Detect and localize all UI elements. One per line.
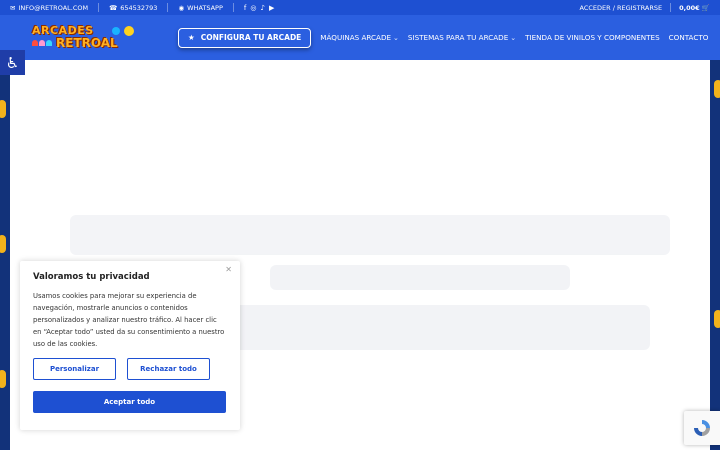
divider <box>670 3 672 12</box>
cookie-title: Valoramos tu privacidad <box>33 272 150 282</box>
envelope-icon: ✉ <box>10 3 16 12</box>
nav-label: TIENDA DE VINILOS Y COMPONENTES <box>525 33 660 42</box>
ghost-icon <box>32 39 38 46</box>
left-decorative-strip <box>0 60 10 450</box>
nav-item-tienda[interactable]: TIENDA DE VINILOS Y COMPONENTES <box>525 33 660 42</box>
cart-link[interactable]: 0,00€ 🛒 <box>679 4 710 12</box>
accessibility-icon: ♿ <box>5 53 20 72</box>
strip-decor <box>0 235 6 253</box>
main-nav: MÁQUINAS ARCADE ⌄ SISTEMAS PARA TU ARCAD… <box>320 33 708 42</box>
cookie-text: Usamos cookies para mejorar su experienc… <box>33 292 225 348</box>
chevron-down-icon: ⌄ <box>393 33 399 42</box>
email-link[interactable]: ✉ INFO@RETROAL.COM <box>10 4 88 12</box>
accessibility-button[interactable]: ♿ <box>0 50 25 75</box>
configure-arcade-button[interactable]: ★ CONFIGURA TU ARCADE <box>178 27 312 48</box>
phone-text: 654532793 <box>120 3 158 12</box>
cta-label: CONFIGURA TU ARCADE <box>200 33 302 42</box>
nav-label: MÁQUINAS ARCADE <box>320 33 392 42</box>
nav-item-contacto[interactable]: CONTACTO <box>669 33 709 42</box>
whatsapp-text: WHATSAPP <box>187 3 223 12</box>
phone-link[interactable]: ☎ 654532793 <box>109 4 157 12</box>
nav-label: CONTACTO <box>668 33 709 42</box>
logo-text-bottom: RETROAL <box>56 35 118 50</box>
nav-item-sistemas[interactable]: SISTEMAS PARA TU ARCADE ⌄ <box>408 33 516 42</box>
logo-ghost-icon <box>112 26 120 35</box>
instagram-icon[interactable]: ◎ <box>250 4 256 12</box>
email-text: INFO@RETROAL.COM <box>18 3 89 12</box>
main-header: ARCADES RETROAL ★ CONFIGURA TU ARCADE MÁ… <box>0 15 720 60</box>
cookie-buttons: Personalizar Rechazar todo <box>33 358 227 380</box>
tiktok-icon[interactable]: ♪ <box>260 4 264 12</box>
nav-item-maquinas[interactable]: MÁQUINAS ARCADE ⌄ <box>320 33 399 42</box>
top-bar: ✉ INFO@RETROAL.COM ☎ 654532793 ◉ WHATSAP… <box>0 0 720 15</box>
divider <box>167 3 169 12</box>
close-icon[interactable]: ✕ <box>225 265 232 274</box>
divider <box>232 3 234 12</box>
cart-total: 0,00€ <box>679 3 700 12</box>
site-logo[interactable]: ARCADES RETROAL <box>30 22 148 54</box>
star-icon: ★ <box>188 33 195 42</box>
social-links: f ◎ ♪ ▶ <box>244 4 274 12</box>
accept-all-button[interactable]: Aceptar todo <box>33 391 226 413</box>
strip-decor <box>714 310 720 328</box>
facebook-icon[interactable]: f <box>244 4 246 12</box>
cart-icon: 🛒 <box>701 3 710 12</box>
nav-label: SISTEMAS PARA TU ARCADE <box>407 33 509 42</box>
divider <box>98 3 100 12</box>
right-decorative-strip <box>710 60 720 450</box>
logo-pacman-icon <box>124 25 134 36</box>
whatsapp-link[interactable]: ◉ WHATSAPP <box>178 4 222 12</box>
phone-icon: ☎ <box>109 3 118 12</box>
strip-decor <box>0 100 6 118</box>
youtube-icon[interactable]: ▶ <box>269 4 274 12</box>
account-link[interactable]: ACCEDER / REGISTRARSE <box>579 4 662 12</box>
recaptcha-badge[interactable] <box>684 411 720 445</box>
strip-decor <box>714 80 720 98</box>
logo-ghosts <box>32 39 52 46</box>
recaptcha-icon <box>694 420 710 436</box>
topbar-right: ACCEDER / REGISTRARSE 0,00€ 🛒 <box>579 3 710 12</box>
customize-button[interactable]: Personalizar <box>33 358 116 380</box>
cookie-consent-dialog: ✕ Valoramos tu privacidad Usamos cookies… <box>20 261 240 430</box>
ghost-icon <box>39 39 45 46</box>
whatsapp-icon: ◉ <box>178 3 185 12</box>
strip-decor <box>0 370 6 388</box>
ghost-icon <box>46 39 52 46</box>
reject-all-button[interactable]: Rechazar todo <box>127 358 210 380</box>
chevron-down-icon: ⌄ <box>510 33 517 42</box>
